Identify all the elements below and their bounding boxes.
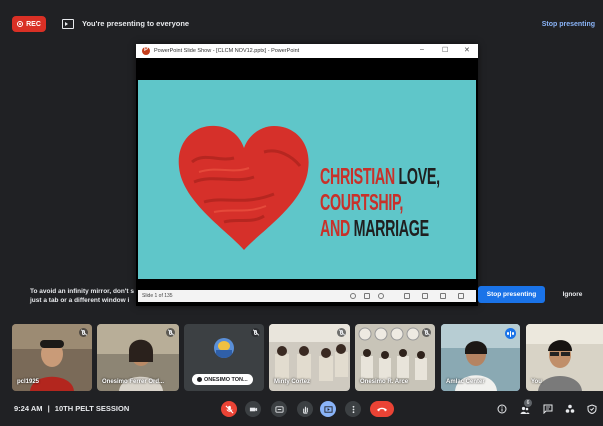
slideshow-icon[interactable]	[458, 293, 464, 299]
hang-up-icon	[377, 407, 387, 412]
participant-tile[interactable]: ONESIMO TON...	[184, 324, 264, 391]
title-word-love: LOVE,	[398, 163, 441, 189]
meeting-info: 9:24 AM | 10TH PELT SESSION	[14, 404, 129, 413]
participant-name: Onesimo R. Arce	[360, 379, 409, 385]
more-options-button[interactable]	[345, 401, 361, 417]
maximize-button[interactable]: ☐	[442, 46, 448, 54]
people-button[interactable]: 6	[517, 399, 533, 418]
mic-off-icon	[251, 328, 260, 337]
presentation-slide: CHRISTIAN LOVE, COURTSHIP, AND MARRIAGE	[138, 80, 476, 279]
shared-screen-powerpoint-window: PowerPoint Slide Show - [CLCM NOV12.pptx…	[136, 44, 478, 306]
presenting-status: You're presenting to everyone	[82, 19, 190, 28]
camera-toggle-button[interactable]	[245, 401, 261, 417]
powerpoint-status-bar: Slide 1 of 135	[138, 290, 476, 302]
participant-tile[interactable]: Onesimo R. Arce	[355, 324, 435, 391]
title-word-courtship: COURTSHIP,	[320, 189, 404, 215]
title-word-and: AND	[320, 215, 350, 241]
people-count-badge: 6	[524, 399, 532, 407]
meeting-name: 10TH PELT SESSION	[54, 404, 130, 413]
participant-name: Amlac Center	[446, 379, 485, 385]
participant-tile[interactable]: pcl1925	[12, 324, 92, 391]
participant-tile-speaking[interactable]: Amlac Center	[441, 324, 520, 391]
bottom-control-bar: 9:24 AM | 10TH PELT SESSION 6	[0, 395, 603, 426]
ignore-button[interactable]: Ignore	[555, 286, 590, 303]
record-icon	[17, 21, 24, 27]
mic-off-icon	[79, 328, 88, 337]
meeting-details-icon[interactable]	[497, 404, 507, 414]
powerpoint-titlebar: PowerPoint Slide Show - [CLCM NOV12.pptx…	[136, 44, 478, 58]
participant-tile-self[interactable]: You	[526, 324, 603, 391]
close-button[interactable]: ✕	[464, 46, 470, 54]
normal-view-icon[interactable]	[404, 293, 410, 299]
present-now-button[interactable]	[320, 401, 336, 417]
present-screen-icon	[323, 405, 333, 413]
powerpoint-logo-icon	[142, 47, 150, 55]
window-title: PowerPoint Slide Show - [CLCM NOV12.pptx…	[154, 48, 300, 54]
reading-view-icon[interactable]	[440, 293, 446, 299]
host-controls-icon[interactable]	[587, 404, 597, 414]
rec-label: REC	[26, 20, 41, 28]
chat-icon[interactable]	[543, 404, 553, 414]
stop-presenting-button[interactable]: Stop presenting	[478, 286, 545, 303]
slide-sorter-icon[interactable]	[422, 293, 428, 299]
title-word-marriage: MARRIAGE	[353, 215, 429, 241]
more-vert-icon	[352, 405, 354, 413]
stop-presenting-link[interactable]: Stop presenting	[542, 21, 595, 28]
participant-tile[interactable]: Minty Cortez	[269, 324, 350, 391]
captions-button[interactable]	[271, 401, 287, 417]
leave-call-button[interactable]	[370, 401, 394, 417]
accessibility-icon[interactable]	[350, 293, 356, 299]
participant-name: You	[531, 379, 542, 385]
mic-toggle-button[interactable]	[221, 401, 237, 417]
slide-counter: Slide 1 of 135	[142, 293, 173, 299]
name-chip: ONESIMO TON...	[192, 374, 253, 385]
participant-name: ONESIMO TON...	[204, 376, 248, 383]
minimize-button[interactable]: –	[420, 46, 424, 53]
speaking-indicator-icon	[505, 328, 516, 339]
warning-line-2: just a tab or a different window i	[30, 297, 130, 304]
participant-avatar	[214, 338, 234, 358]
clock-time: 9:24 AM	[14, 404, 43, 413]
mic-off-icon	[225, 405, 233, 413]
recording-badge: REC	[12, 16, 46, 32]
participant-name: Onesimo Ferrer Ord...	[102, 379, 165, 385]
mic-off-icon	[166, 328, 175, 337]
notes-icon[interactable]	[364, 293, 370, 299]
activities-icon[interactable]	[565, 404, 575, 414]
warning-line-1: To avoid an infinity mirror, don't s	[30, 288, 134, 295]
camera-icon	[249, 407, 257, 411]
present-screen-icon	[62, 19, 74, 29]
participant-name: pcl1925	[17, 379, 40, 385]
captions-icon	[274, 405, 284, 413]
painted-heart-graphic	[178, 125, 309, 250]
participant-name: Minty Cortez	[274, 379, 310, 385]
top-bar: REC You're presenting to everyone Stop p…	[0, 0, 603, 40]
mic-off-icon	[422, 328, 431, 337]
slide-title: CHRISTIAN LOVE, COURTSHIP, AND MARRIAGE	[320, 163, 440, 241]
participant-tile[interactable]: Onesimo Ferrer Ord...	[97, 324, 179, 391]
mic-off-icon	[197, 377, 202, 382]
raise-hand-button[interactable]	[297, 401, 313, 417]
display-settings-icon[interactable]	[378, 293, 384, 299]
separator: |	[47, 404, 50, 413]
infinity-mirror-warning: To avoid an infinity mirror, don't s jus…	[30, 287, 134, 305]
title-word-christian: CHRISTIAN	[320, 163, 395, 189]
mic-off-icon	[337, 328, 346, 337]
hand-icon	[302, 406, 308, 414]
